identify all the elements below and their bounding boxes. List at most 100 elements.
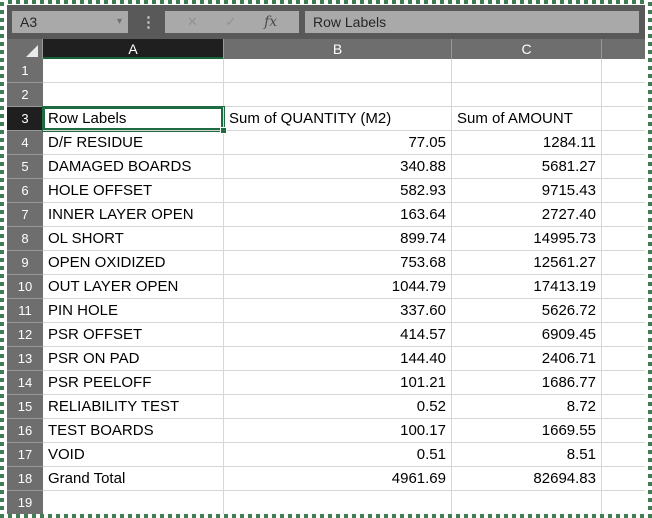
cell-D3[interactable] xyxy=(602,107,645,131)
cell-B17[interactable]: 0.51 xyxy=(224,443,452,467)
cell-C14[interactable]: 1686.77 xyxy=(452,371,602,395)
cell-C15[interactable]: 8.72 xyxy=(452,395,602,419)
cell-A1[interactable] xyxy=(43,59,224,83)
formula-bar-input[interactable]: Row Labels xyxy=(305,11,639,33)
cell-B4[interactable]: 77.05 xyxy=(224,131,452,155)
cell-D16[interactable] xyxy=(602,419,645,443)
cell-B7[interactable]: 163.64 xyxy=(224,203,452,227)
cell-D11[interactable] xyxy=(602,299,645,323)
cell-D18[interactable] xyxy=(602,467,645,491)
cell-A12[interactable]: PSR OFFSET xyxy=(43,323,224,347)
row-header-6[interactable]: 6 xyxy=(7,179,43,203)
row-header-2[interactable]: 2 xyxy=(7,83,43,107)
cell-B16[interactable]: 100.17 xyxy=(224,419,452,443)
column-header-d-partial[interactable] xyxy=(602,39,645,59)
cell-A15[interactable]: RELIABILITY TEST xyxy=(43,395,224,419)
cell-A6[interactable]: HOLE OFFSET xyxy=(43,179,224,203)
row-header-15[interactable]: 15 xyxy=(7,395,43,419)
cell-B8[interactable]: 899.74 xyxy=(224,227,452,251)
cell-B14[interactable]: 101.21 xyxy=(224,371,452,395)
cell-A13[interactable]: PSR ON PAD xyxy=(43,347,224,371)
cell-B12[interactable]: 414.57 xyxy=(224,323,452,347)
cell-C16[interactable]: 1669.55 xyxy=(452,419,602,443)
cell-B5[interactable]: 340.88 xyxy=(224,155,452,179)
row-header-19[interactable]: 19 xyxy=(7,491,43,515)
cell-C12[interactable]: 6909.45 xyxy=(452,323,602,347)
row-header-3[interactable]: 3 xyxy=(7,107,43,131)
cell-C6[interactable]: 9715.43 xyxy=(452,179,602,203)
cell-A14[interactable]: PSR PEELOFF xyxy=(43,371,224,395)
cell-B6[interactable]: 582.93 xyxy=(224,179,452,203)
cell-A5[interactable]: DAMAGED BOARDS xyxy=(43,155,224,179)
confirm-icon[interactable]: ✓ xyxy=(225,14,236,30)
row-header-9[interactable]: 9 xyxy=(7,251,43,275)
row-header-4[interactable]: 4 xyxy=(7,131,43,155)
row-header-12[interactable]: 12 xyxy=(7,323,43,347)
row-header-1[interactable]: 1 xyxy=(7,59,43,83)
cell-B15[interactable]: 0.52 xyxy=(224,395,452,419)
column-header-b[interactable]: B xyxy=(224,39,452,59)
cell-B1[interactable] xyxy=(224,59,452,83)
row-header-13[interactable]: 13 xyxy=(7,347,43,371)
name-box[interactable]: A3 ▾ xyxy=(12,11,128,33)
cell-A11[interactable]: PIN HOLE xyxy=(43,299,224,323)
row-header-16[interactable]: 16 xyxy=(7,419,43,443)
row-header-10[interactable]: 10 xyxy=(7,275,43,299)
cell-A2[interactable] xyxy=(43,83,224,107)
cell-B10[interactable]: 1044.79 xyxy=(224,275,452,299)
cell-C9[interactable]: 12561.27 xyxy=(452,251,602,275)
cell-D7[interactable] xyxy=(602,203,645,227)
cell-D5[interactable] xyxy=(602,155,645,179)
cell-D1[interactable] xyxy=(602,59,645,83)
cell-D14[interactable] xyxy=(602,371,645,395)
cell-D13[interactable] xyxy=(602,347,645,371)
cell-C1[interactable] xyxy=(452,59,602,83)
cell-A3[interactable]: Row Labels xyxy=(43,107,224,131)
cell-A10[interactable]: OUT LAYER OPEN xyxy=(43,275,224,299)
cell-C18[interactable]: 82694.83 xyxy=(452,467,602,491)
cell-D9[interactable] xyxy=(602,251,645,275)
cell-C13[interactable]: 2406.71 xyxy=(452,347,602,371)
cell-A16[interactable]: TEST BOARDS xyxy=(43,419,224,443)
cell-B3[interactable]: Sum of QUANTITY (M2) xyxy=(224,107,452,131)
cell-A19[interactable] xyxy=(43,491,224,515)
cell-C11[interactable]: 5626.72 xyxy=(452,299,602,323)
insert-function-icon[interactable]: fx xyxy=(264,14,277,30)
cell-D8[interactable] xyxy=(602,227,645,251)
cell-C3[interactable]: Sum of AMOUNT xyxy=(452,107,602,131)
cell-C5[interactable]: 5681.27 xyxy=(452,155,602,179)
cell-B9[interactable]: 753.68 xyxy=(224,251,452,275)
cell-B11[interactable]: 337.60 xyxy=(224,299,452,323)
cell-B18[interactable]: 4961.69 xyxy=(224,467,452,491)
cell-D12[interactable] xyxy=(602,323,645,347)
row-header-8[interactable]: 8 xyxy=(7,227,43,251)
cell-A7[interactable]: INNER LAYER OPEN xyxy=(43,203,224,227)
cell-C10[interactable]: 17413.19 xyxy=(452,275,602,299)
row-header-5[interactable]: 5 xyxy=(7,155,43,179)
column-header-a[interactable]: A xyxy=(43,39,224,59)
select-all-corner[interactable] xyxy=(7,39,43,59)
cell-A17[interactable]: VOID xyxy=(43,443,224,467)
cell-A18[interactable]: Grand Total xyxy=(43,467,224,491)
cell-C8[interactable]: 14995.73 xyxy=(452,227,602,251)
cell-B13[interactable]: 144.40 xyxy=(224,347,452,371)
cell-C17[interactable]: 8.51 xyxy=(452,443,602,467)
cell-C4[interactable]: 1284.11 xyxy=(452,131,602,155)
cell-D2[interactable] xyxy=(602,83,645,107)
column-header-c[interactable]: C xyxy=(452,39,602,59)
row-header-14[interactable]: 14 xyxy=(7,371,43,395)
cell-B19[interactable] xyxy=(224,491,452,515)
cancel-icon[interactable]: ✕ xyxy=(187,14,198,30)
cell-A8[interactable]: OL SHORT xyxy=(43,227,224,251)
cell-A9[interactable]: OPEN OXIDIZED xyxy=(43,251,224,275)
cell-D15[interactable] xyxy=(602,395,645,419)
cell-C19[interactable] xyxy=(452,491,602,515)
row-header-17[interactable]: 17 xyxy=(7,443,43,467)
cell-C7[interactable]: 2727.40 xyxy=(452,203,602,227)
row-header-18[interactable]: 18 xyxy=(7,467,43,491)
name-box-dropdown-icon[interactable]: ▾ xyxy=(117,17,122,27)
row-header-7[interactable]: 7 xyxy=(7,203,43,227)
cell-D4[interactable] xyxy=(602,131,645,155)
cell-D17[interactable] xyxy=(602,443,645,467)
cell-A4[interactable]: D/F RESIDUE xyxy=(43,131,224,155)
